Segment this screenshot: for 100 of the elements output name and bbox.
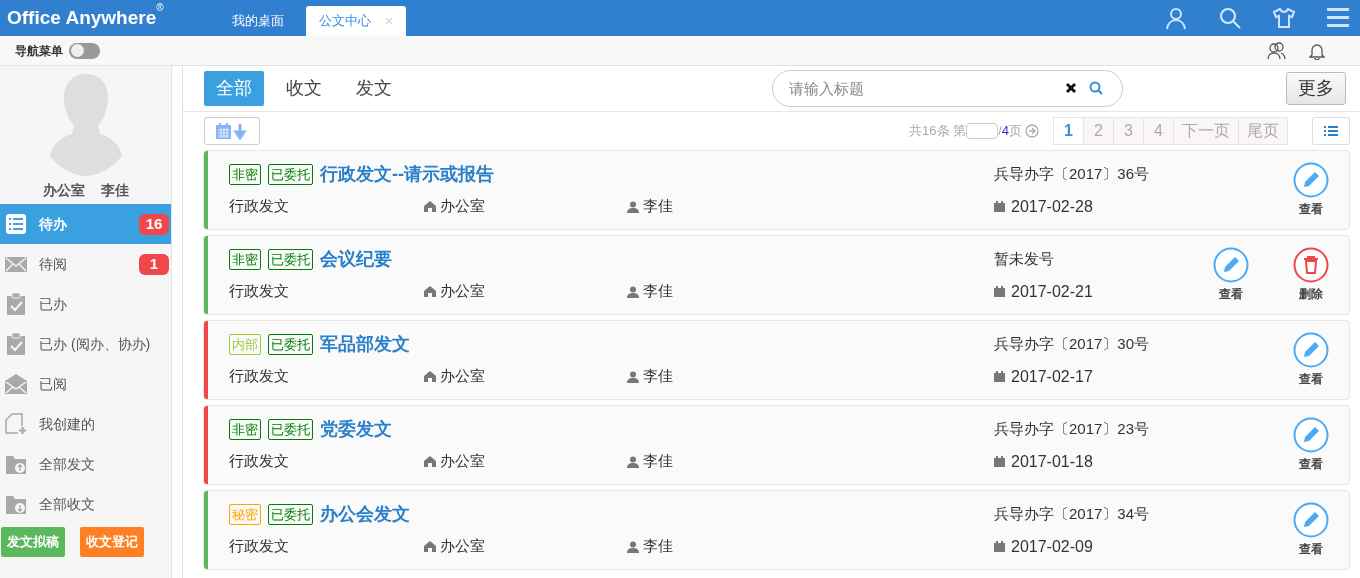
person-icon [627,285,639,298]
tag: 已委托 [268,249,313,270]
count-badge: 16 [139,213,169,235]
home-icon [424,371,436,382]
department: 办公室 [440,281,486,302]
calendar-icon [994,286,1005,297]
pencil-icon [1293,502,1329,538]
clear-icon[interactable] [1065,82,1077,94]
delete-button[interactable]: 删除 [1293,247,1329,303]
calendar-icon [994,201,1005,212]
folder-upload-icon [5,453,27,475]
view-button[interactable]: 查看 [1293,332,1329,388]
person-name: 李佳 [643,196,673,217]
sidebar-item[interactable]: 已阅 [0,364,171,404]
page-separator: / [998,122,1002,141]
calendar-icon [994,371,1005,382]
document-title[interactable]: 党委发文 [320,416,392,443]
filter-tab[interactable]: 发文 [344,71,404,106]
home-icon [424,201,436,212]
user-icon[interactable] [1164,6,1188,30]
tag: 非密 [229,249,261,270]
search-field[interactable]: 请输入标题 [772,70,1123,107]
document-date: 2017-02-21 [1011,281,1093,302]
sidebar-item[interactable]: 已办 (阅办、协办) [0,324,171,364]
sidebar-item[interactable]: 全部发文 [0,444,171,484]
search-icon[interactable] [1218,6,1242,30]
new-document-icon [5,413,27,435]
sidebar-item[interactable]: 待办 16 [0,204,171,244]
calendar-icon [994,456,1005,467]
document-date: 2017-01-18 [1011,451,1093,472]
filter-tab[interactable]: 收文 [274,71,334,106]
tag: 已委托 [268,504,313,525]
count-badge: 1 [139,253,169,275]
calendar-down-icon [215,122,249,140]
sidebar-item[interactable]: 已办 [0,284,171,324]
document-category: 行政发文 [229,281,290,302]
pencil-icon [1213,247,1249,283]
tag: 已委托 [268,419,313,440]
go-arrow-icon[interactable] [1025,124,1039,138]
document-card[interactable]: 非密 已委托 党委发文 行政发文 办公室 李佳 兵导办字〔2017〕23号 2017-01-18 查看 [203,405,1350,485]
open-envelope-icon [5,373,27,395]
nav-menu-toggle[interactable] [69,42,100,59]
document-card[interactable]: 内部 已委托 军品部发文 行政发文 办公室 李佳 兵导办字〔2017〕30号 2017-02-17 查看 [203,320,1350,400]
search-icon[interactable] [1089,81,1103,95]
list-icon [5,213,27,235]
document-date: 2017-02-28 [1011,196,1093,217]
tag: 内部 [229,334,261,355]
person-icon [627,200,639,213]
shirt-icon[interactable] [1272,6,1296,30]
nav-tab[interactable]: 我的桌面 [210,6,306,36]
sidebar-item[interactable]: 待阅 1 [0,244,171,284]
document-number: 暂未发号 [994,249,1055,270]
document-title[interactable]: 军品部发文 [320,331,410,358]
document-card[interactable]: 非密 已委托 会议纪要 行政发文 办公室 李佳 暂未发号 2017-02-21 查看 删除 [203,235,1350,315]
document-date: 2017-02-09 [1011,536,1093,557]
date-sort-button[interactable] [204,117,260,145]
sidebar-item[interactable]: 我创建的 [0,404,171,444]
view-button[interactable]: 查看 [1293,502,1329,558]
view-button[interactable]: 查看 [1213,247,1249,303]
document-title[interactable]: 会议纪要 [320,246,392,273]
list-icon [1324,125,1338,137]
document-category: 行政发文 [229,451,290,472]
document-title[interactable]: 办公会发文 [320,501,410,528]
tag: 非密 [229,164,261,185]
document-date: 2017-02-17 [1011,366,1093,387]
document-card[interactable]: 非密 已委托 行政发文--请示或报告 行政发文 办公室 李佳 兵导办字〔2017〕36号 2017-02-28 查看 [203,150,1350,230]
person-name: 李佳 [643,536,673,557]
menu-icon[interactable] [1326,7,1350,29]
document-number: 兵导办字〔2017〕30号 [994,334,1151,355]
person-icon [627,370,639,383]
department: 办公室 [440,451,486,472]
more-button[interactable]: 更多 [1286,72,1346,105]
document-card[interactable]: 秘密 已委托 办公会发文 行政发文 办公室 李佳 兵导办字〔2017〕34号 2017-02-09 查看 [203,490,1350,570]
document-category: 行政发文 [229,366,290,387]
page-count: 4 [1001,122,1009,141]
list-view-button[interactable] [1312,117,1350,145]
document-title[interactable]: 行政发文--请示或报告 [320,161,494,188]
document-number: 兵导办字〔2017〕34号 [994,504,1151,525]
nav-menu-label: 导航菜单 [15,42,63,60]
person-icon [627,455,639,468]
view-button[interactable]: 查看 [1293,417,1329,473]
nav-tab[interactable]: 公文中心 × [306,6,407,36]
page-unit: 页 [1009,122,1022,141]
person-name: 李佳 [643,451,673,472]
clipboard-check-icon [5,333,27,355]
sidebar-item[interactable]: 全部收文 [0,484,171,524]
home-icon [424,541,436,552]
tag: 已委托 [268,334,313,355]
pencil-icon [1293,332,1329,368]
page-input[interactable] [966,123,999,139]
contacts-icon[interactable] [1267,41,1287,60]
document-number: 兵导办字〔2017〕23号 [994,419,1151,440]
user-name: 李佳 [100,180,129,200]
bell-icon[interactable] [1309,41,1325,60]
trash-icon [1293,247,1329,283]
tag: 非密 [229,419,261,440]
document-number: 兵导办字〔2017〕36号 [994,164,1151,185]
pencil-icon [1293,417,1329,453]
view-button[interactable]: 查看 [1293,162,1329,218]
department: 办公室 [440,536,486,557]
